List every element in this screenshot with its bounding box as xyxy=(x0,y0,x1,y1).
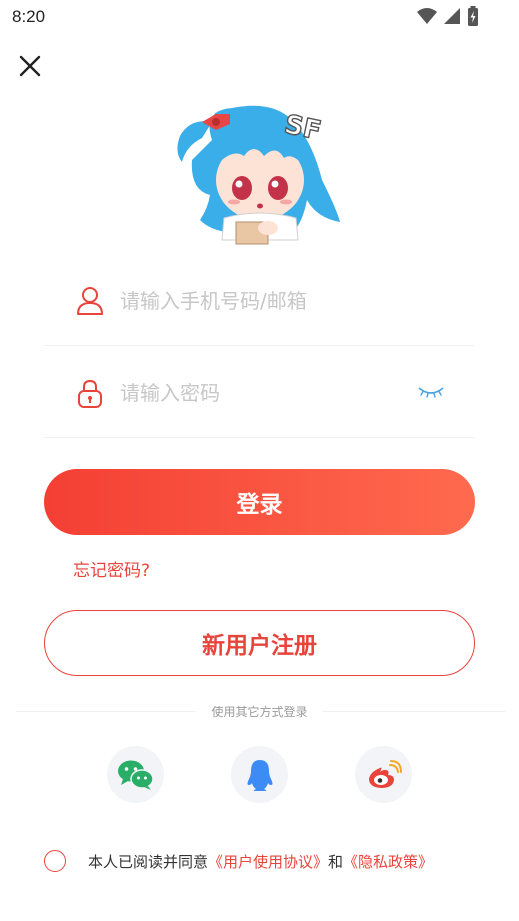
wifi-icon xyxy=(417,8,437,24)
agreement-prefix: 本人已阅读并同意 xyxy=(88,852,209,871)
agreement-row: 本人已阅读并同意 《用户使用协议》 和 《隐私政策》 xyxy=(44,848,433,874)
user-agreement-link[interactable]: 《用户使用协议》 xyxy=(208,851,328,872)
agreement-checkbox[interactable] xyxy=(44,850,66,872)
lock-icon xyxy=(78,379,102,408)
password-visibility-toggle[interactable] xyxy=(416,382,446,402)
forgot-password-link[interactable]: 忘记密码? xyxy=(73,556,150,581)
mascot-illustration: SF xyxy=(172,100,344,248)
battery-charging-icon xyxy=(468,6,478,26)
divider-right xyxy=(323,711,505,712)
status-time: 8:20 xyxy=(12,7,46,26)
qq-login-button[interactable] xyxy=(231,746,288,803)
phone-field-row xyxy=(44,258,475,346)
signal-icon xyxy=(444,8,460,24)
status-icons xyxy=(417,6,479,26)
login-button[interactable]: 登录 xyxy=(44,469,475,535)
register-button[interactable]: 新用户注册 xyxy=(44,610,475,676)
close-button[interactable] xyxy=(16,52,44,80)
password-field-row xyxy=(44,350,475,438)
password-input[interactable] xyxy=(120,376,410,410)
phone-email-input[interactable] xyxy=(120,284,410,318)
user-icon xyxy=(77,287,103,315)
agreement-conjunction: 和 xyxy=(328,852,344,871)
close-icon xyxy=(19,55,41,77)
eye-closed-icon xyxy=(418,387,444,398)
privacy-policy-link[interactable]: 《隐私政策》 xyxy=(343,851,433,872)
qq-icon xyxy=(247,759,272,791)
wechat-icon xyxy=(117,760,154,790)
weibo-login-button[interactable] xyxy=(355,746,412,803)
wechat-login-button[interactable] xyxy=(107,746,164,803)
status-bar: 8:20 xyxy=(0,0,519,34)
weibo-icon xyxy=(368,759,402,788)
